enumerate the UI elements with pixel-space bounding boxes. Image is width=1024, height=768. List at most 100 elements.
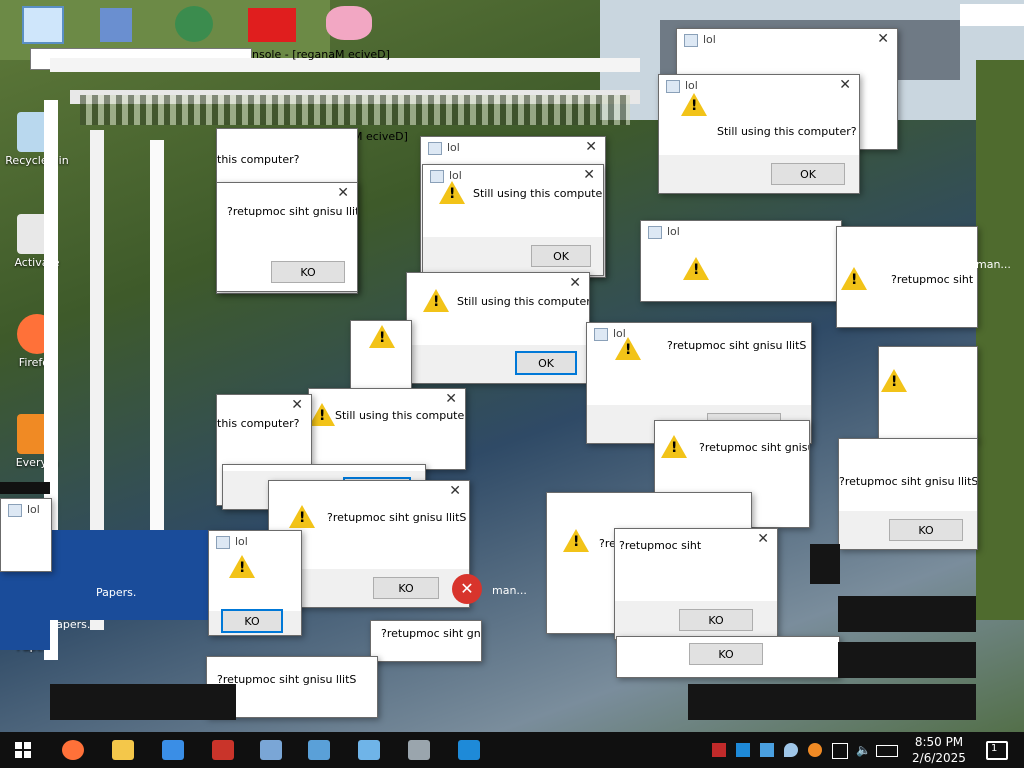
close-icon[interactable]: ✕: [449, 483, 461, 499]
close-icon[interactable]: ✕: [757, 531, 769, 547]
taskbar: 🔈 8:50 PM 2/6/2025 1: [0, 732, 1024, 768]
black-glitch: [0, 482, 50, 494]
sync-taskbar-icon[interactable]: [446, 732, 492, 768]
desktop-icon-firefox[interactable]: Firefox: [2, 314, 72, 369]
papers-label-trail: Papers.: [96, 586, 137, 599]
dialog-window[interactable]: ?retupmoc siht gnisu llitS KO: [838, 438, 978, 550]
tray-drop-icon[interactable]: [784, 743, 798, 757]
app-icon: [428, 142, 442, 155]
app-icon: [216, 536, 230, 549]
dialog-window[interactable]: ✕ ?retupmoc siht gnisu llitS KO: [216, 182, 358, 292]
app-blue-taskbar-icon[interactable]: [150, 732, 196, 768]
ok-button-mirrored[interactable]: KO: [689, 643, 763, 665]
control-panel-taskbar-icon[interactable]: [248, 732, 294, 768]
error-icon: ✕: [452, 574, 482, 604]
close-icon[interactable]: ✕: [337, 185, 349, 201]
dialog-window[interactable]: lol KO: [208, 530, 302, 636]
installer-icon[interactable]: [100, 8, 132, 42]
app-icon: [684, 34, 698, 47]
dialog-message: ?retupmoc siht gnisu llitS: [327, 511, 467, 524]
pig-icon[interactable]: [326, 6, 372, 40]
close-icon[interactable]: ✕: [291, 397, 303, 413]
tray-app-icon[interactable]: [736, 743, 750, 757]
dialog-message: this computer?: [217, 153, 300, 166]
dialog-titlebar[interactable]: lol: [209, 531, 301, 553]
dialog-window[interactable]: lol: [0, 498, 52, 572]
picture-taskbar-icon[interactable]: [296, 732, 342, 768]
close-icon[interactable]: ✕: [569, 275, 581, 291]
character-icon[interactable]: [175, 6, 213, 42]
warning-icon: [369, 325, 395, 348]
warning-icon: [563, 529, 589, 552]
network-icon[interactable]: [832, 743, 848, 759]
warning-icon: [881, 369, 907, 392]
notification-center-icon[interactable]: 1: [986, 741, 1008, 760]
tray-search-icon[interactable]: [808, 743, 822, 757]
clock[interactable]: 8:50 PM 2/6/2025: [900, 734, 978, 766]
close-icon[interactable]: ✕: [445, 391, 457, 407]
volume-icon[interactable]: 🔈: [856, 743, 871, 757]
ok-button[interactable]: OK: [771, 163, 845, 185]
checker-trail: [80, 95, 630, 125]
dialog-window[interactable]: [350, 320, 412, 392]
ok-button-mirrored[interactable]: KO: [373, 577, 439, 599]
dialog-window[interactable]: KO: [616, 636, 840, 678]
keyboard-icon[interactable]: [876, 745, 898, 757]
desktop-icon-activate[interactable]: Activate: [2, 214, 72, 269]
tray-app-icon[interactable]: [760, 743, 774, 757]
close-icon[interactable]: ✕: [585, 139, 597, 155]
dialog-window[interactable]: lol: [640, 220, 842, 302]
app-icon: [648, 226, 662, 239]
manager-label-trail: man...: [492, 584, 527, 597]
dialog-window[interactable]: ?retupmoc siht gnisu llitS: [370, 620, 482, 662]
dialog-window[interactable]: ✕ ?retupmoc siht KO: [614, 528, 778, 640]
file-explorer-taskbar-icon[interactable]: [100, 732, 146, 768]
dialog-titlebar[interactable]: lol: [1, 499, 51, 521]
toolbox-taskbar-icon[interactable]: [200, 732, 246, 768]
dialog-window[interactable]: ?retupmoc siht: [836, 226, 978, 328]
device-taskbar-icon[interactable]: [396, 732, 442, 768]
dialog-footer: OK: [407, 345, 589, 383]
dialog-titlebar[interactable]: lol ✕: [677, 29, 897, 51]
dialog-window[interactable]: lol ✕ Still using this computer? OK: [422, 164, 604, 276]
ok-button-mirrored[interactable]: KO: [889, 519, 963, 541]
warning-icon: [229, 555, 255, 578]
dialog-titlebar[interactable]: ✕: [269, 481, 469, 503]
computer-icon[interactable]: [22, 6, 64, 44]
dialog-titlebar[interactable]: lol ✕: [421, 137, 605, 159]
taskbar-trail: [688, 684, 976, 720]
dialog-message: this computer?: [217, 417, 300, 430]
desktop-icon-everything[interactable]: Everyth: [2, 414, 72, 469]
dialog-titlebar[interactable]: ✕: [217, 183, 357, 205]
ok-button-mirrored[interactable]: KO: [221, 609, 283, 633]
tray-app-icon[interactable]: [712, 743, 726, 757]
close-icon[interactable]: ✕: [839, 77, 851, 93]
dialog-message: Still using this computer?: [335, 409, 466, 422]
dialog-message: ?retupmoc siht gnisu llitS: [381, 627, 481, 640]
dialog-window[interactable]: ✕ Still using this computer? OK: [406, 272, 590, 384]
start-button[interactable]: [0, 732, 46, 768]
blue-glitch: [0, 570, 50, 650]
desktop-icon-recycle-bin[interactable]: Recycle Bin: [2, 112, 72, 167]
ok-button-mirrored[interactable]: KO: [679, 609, 753, 631]
ok-button[interactable]: OK: [531, 245, 591, 267]
close-icon[interactable]: ✕: [877, 31, 889, 47]
dialog-message: ?retupmoc siht gnisu llitS: [227, 205, 358, 218]
warning-icon: [309, 403, 335, 426]
dialog-window[interactable]: lol ✕ Still using this computer? OK: [658, 74, 860, 194]
ok-button-mirrored[interactable]: KO: [271, 261, 345, 283]
notepad-taskbar-icon[interactable]: [346, 732, 392, 768]
mcdonalds-icon[interactable]: [248, 8, 296, 42]
ok-button[interactable]: OK: [515, 351, 577, 375]
clock-time: 8:50 PM: [914, 735, 964, 749]
dialog-titlebar[interactable]: ✕: [217, 395, 311, 417]
dialog-window[interactable]: ✕ Still using this computer?: [308, 388, 466, 470]
warning-icon: [661, 435, 687, 458]
dialog-window[interactable]: [878, 346, 978, 442]
clock-date: 2/6/2025: [912, 751, 966, 765]
papers-label-trail: Papers.: [50, 618, 91, 631]
close-icon[interactable]: ✕: [583, 167, 595, 183]
dialog-titlebar[interactable]: lol: [641, 221, 841, 243]
firefox-taskbar-icon[interactable]: [50, 732, 96, 768]
warning-icon: [439, 181, 465, 204]
